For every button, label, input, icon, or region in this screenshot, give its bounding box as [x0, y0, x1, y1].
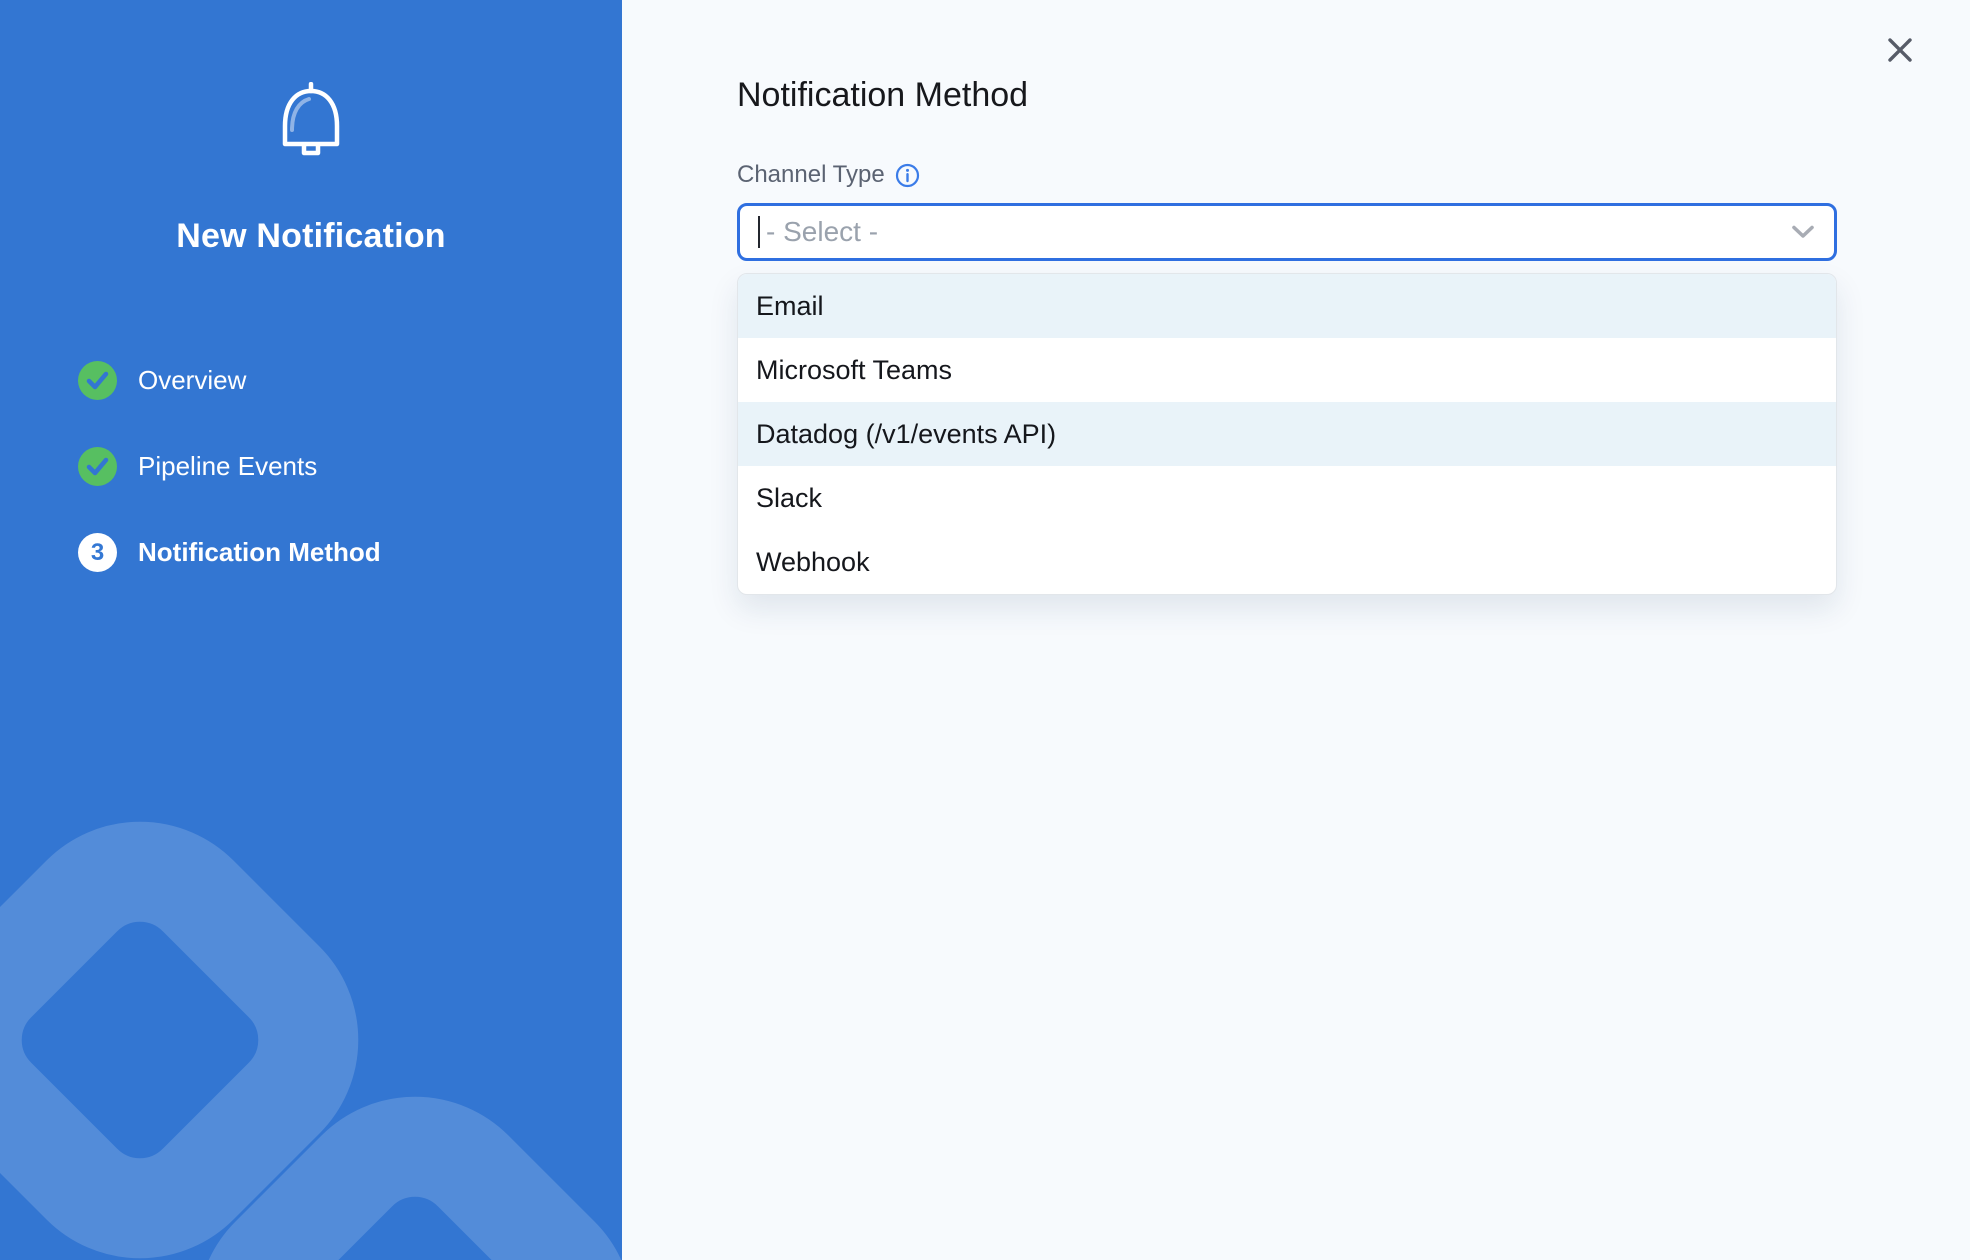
- modal-body: Notification Method Channel Type - Selec…: [622, 0, 1970, 1260]
- option-email[interactable]: Email: [738, 274, 1836, 338]
- field-label: Channel Type: [737, 161, 885, 189]
- step-content: Notification Method Channel Type - Selec…: [622, 0, 1970, 595]
- page-title: Notification Method: [737, 76, 1970, 115]
- info-icon[interactable]: [895, 163, 920, 188]
- check-icon: [78, 361, 117, 400]
- text-cursor: [758, 216, 760, 248]
- step-notification-method[interactable]: 3 Notification Method: [78, 533, 622, 572]
- channel-type-label-row: Channel Type: [737, 161, 1970, 189]
- wizard-title: New Notification: [0, 217, 622, 256]
- wizard-sidebar: New Notification Overview Pipeline Event…: [0, 0, 622, 1260]
- channel-type-select[interactable]: - Select -: [737, 203, 1837, 261]
- check-icon: [78, 447, 117, 486]
- step-overview[interactable]: Overview: [78, 361, 622, 400]
- step-label: Overview: [138, 365, 246, 396]
- step-label: Pipeline Events: [138, 451, 317, 482]
- step-label: Notification Method: [138, 537, 381, 568]
- close-button[interactable]: [1884, 34, 1916, 66]
- close-icon: [1887, 37, 1913, 63]
- option-webhook[interactable]: Webhook: [738, 530, 1836, 594]
- step-number-badge: 3: [78, 533, 117, 572]
- chevron-down-icon[interactable]: [1792, 226, 1814, 239]
- step-pipeline-events[interactable]: Pipeline Events: [78, 447, 622, 486]
- channel-type-options-list: Email Microsoft Teams Datadog (/v1/event…: [737, 273, 1837, 595]
- option-microsoft-teams[interactable]: Microsoft Teams: [738, 338, 1836, 402]
- logo-watermark: [0, 790, 622, 1260]
- option-slack[interactable]: Slack: [738, 466, 1836, 530]
- select-placeholder: - Select -: [766, 216, 878, 248]
- option-datadog[interactable]: Datadog (/v1/events API): [738, 402, 1836, 466]
- wizard-steps: Overview Pipeline Events 3 Notification …: [0, 361, 622, 572]
- bell-icon: [0, 82, 622, 162]
- new-notification-modal: New Notification Overview Pipeline Event…: [0, 0, 1970, 1260]
